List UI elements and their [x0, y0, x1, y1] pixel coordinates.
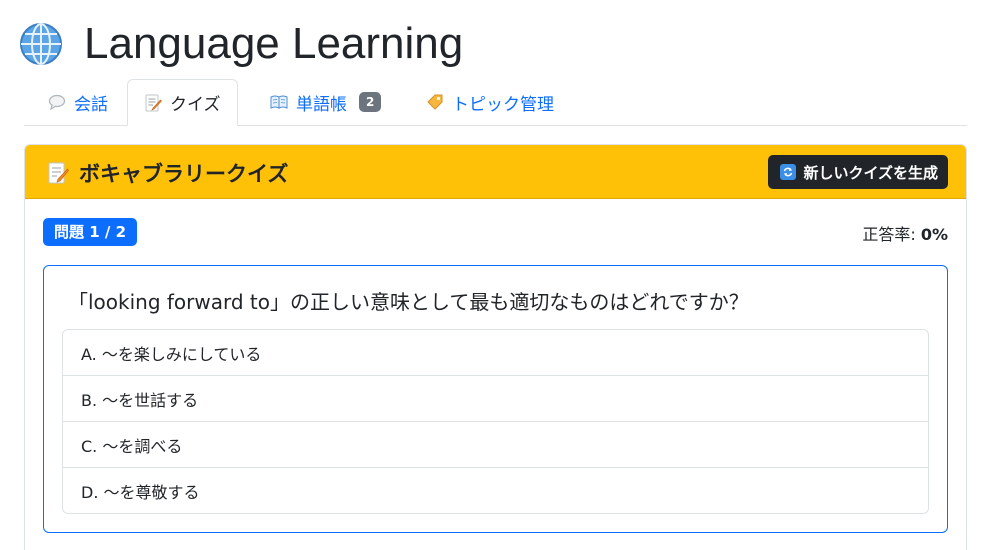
question-text: 「looking forward to」の正しい意味として最も適切なものはどれで… [68, 290, 749, 314]
memo-icon [48, 162, 69, 184]
accuracy-display: 正答率: 0% [862, 221, 948, 245]
vocabulary-count-badge: 2 [359, 92, 382, 112]
tab-quiz[interactable]: クイズ [127, 79, 238, 126]
globe-icon [20, 23, 62, 65]
page: Language Learning 会話 クイズ 単語帳 2 トピック管理 ボキ… [0, 0, 981, 550]
answer-option-d[interactable]: D. 〜を尊敬する [63, 467, 928, 513]
quiz-card-header: ボキャブラリークイズ 新しいクイズを生成 [25, 145, 966, 199]
quiz-card: ボキャブラリークイズ 新しいクイズを生成 問題 1 / 2 正答率: 0% 「l… [24, 144, 967, 550]
app-title: Language Learning [84, 19, 464, 68]
refresh-icon [780, 164, 797, 180]
answer-option-c[interactable]: C. 〜を調べる [63, 421, 928, 467]
question-progress-badge: 問題 1 / 2 [43, 218, 138, 246]
accuracy-label: 正答率: [862, 225, 916, 244]
tab-conversation[interactable]: 会話 [32, 79, 124, 125]
generate-quiz-label: 新しいクイズを生成 [803, 163, 938, 182]
tab-label: 単語帳 [296, 94, 347, 115]
generate-quiz-button[interactable]: 新しいクイズを生成 [768, 155, 948, 189]
open-book-icon [270, 95, 288, 109]
accuracy-value: 0% [920, 225, 948, 244]
quiz-title-text: ボキャブラリークイズ [79, 162, 289, 186]
tab-label: トピック管理 [452, 94, 554, 115]
tab-label: クイズ [170, 95, 221, 115]
tab-vocabulary[interactable]: 単語帳 2 [254, 79, 397, 125]
quiz-title: ボキャブラリークイズ [47, 158, 288, 188]
speech-bubble-icon [48, 94, 66, 111]
tag-icon [427, 94, 443, 110]
answer-option-a[interactable]: A. 〜を楽しみにしている [63, 330, 928, 375]
memo-icon [145, 94, 162, 111]
answer-options: A. 〜を楽しみにしている B. 〜を世話する C. 〜を調べる D. 〜を尊敬… [62, 329, 929, 514]
nav-tabs: 会話 クイズ 単語帳 2 トピック管理 [24, 79, 967, 126]
tab-label: 会話 [74, 94, 108, 115]
answer-option-b[interactable]: B. 〜を世話する [63, 375, 928, 421]
tab-topic-management[interactable]: トピック管理 [410, 79, 570, 125]
app-header: Language Learning [18, 18, 463, 70]
question-box: 「looking forward to」の正しい意味として最も適切なものはどれで… [43, 265, 948, 533]
